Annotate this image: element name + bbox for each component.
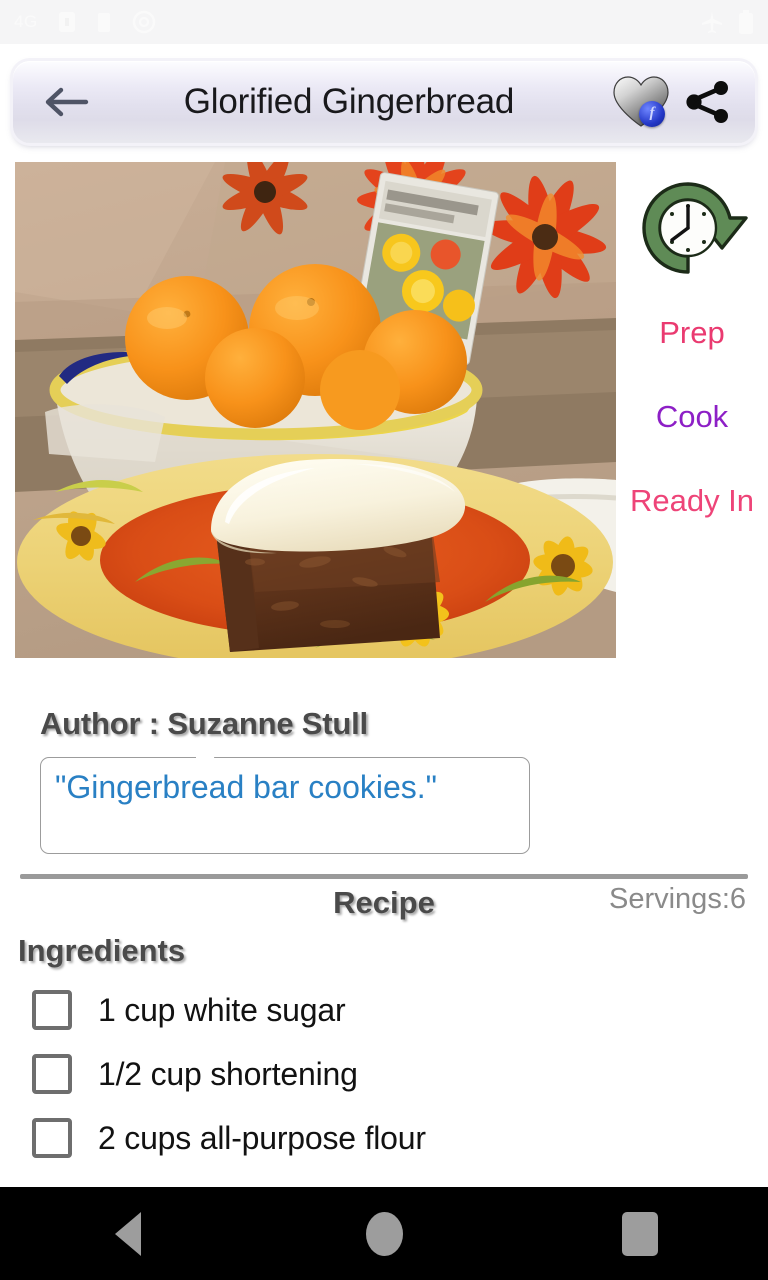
- android-nav-bar: [0, 1187, 768, 1280]
- nav-recents-button[interactable]: [580, 1187, 700, 1280]
- nav-home-icon: [365, 1211, 403, 1256]
- recipe-photo-illustration: [15, 162, 616, 658]
- signal-icon: 4G: [14, 12, 38, 31]
- cook-time-label: Cook: [655, 399, 729, 434]
- share-button[interactable]: [679, 73, 737, 131]
- favorite-button[interactable]: f: [609, 71, 673, 133]
- prep-time-label: Prep: [659, 315, 725, 350]
- share-icon: [686, 80, 728, 123]
- ingredient-row[interactable]: 1 cup white sugar: [0, 978, 768, 1042]
- ingredients-list: 1 cup white sugar 1/2 cup shortening 2 cup…: [0, 978, 768, 1170]
- airplane-mode-icon: [702, 12, 722, 33]
- battery-icon: [739, 9, 753, 34]
- ingredient-label: 1 cup white sugar: [98, 991, 346, 1028]
- at-icon: [132, 10, 155, 34]
- nav-recents-icon: [622, 1211, 658, 1256]
- servings-label: Servings:6: [608, 883, 746, 915]
- author-line: Author : Suzanne Stull: [40, 706, 368, 741]
- sim-icon: [58, 12, 75, 32]
- time-info-column: Prep Cook Ready In: [616, 162, 768, 542]
- ingredient-checkbox[interactable]: [32, 1054, 72, 1094]
- ingredients-heading: Ingredients: [18, 933, 186, 968]
- page-title: Glorified Gingerbread: [183, 81, 515, 121]
- facebook-badge-icon: f: [639, 100, 665, 127]
- ready-in-time-label: Ready In: [629, 483, 755, 518]
- ingredient-label: 2 cups all-purpose flour: [98, 1119, 426, 1156]
- ingredient-label: 1/2 cup shortening: [98, 1055, 358, 1092]
- recipe-photo[interactable]: [15, 162, 616, 658]
- back-button[interactable]: [39, 74, 95, 130]
- app-screen: 4G Glorified Gingerbread f Prep Cook Rea…: [0, 0, 768, 1280]
- status-bar-left: 4G: [14, 10, 156, 34]
- section-divider: [20, 874, 748, 879]
- nav-back-icon: [115, 1211, 141, 1256]
- ingredient-row[interactable]: 2 cups all-purpose flour: [0, 1106, 768, 1170]
- app-bar: Glorified Gingerbread f: [13, 60, 755, 143]
- description-text: "Gingerbread bar cookies.": [55, 769, 438, 805]
- clock-history-icon: [636, 176, 748, 285]
- app-bar-container: Glorified Gingerbread f: [0, 44, 768, 159]
- status-bar: 4G: [0, 0, 768, 44]
- description-bubble: "Gingerbread bar cookies.": [40, 756, 530, 854]
- ingredient-checkbox[interactable]: [32, 1118, 72, 1158]
- nav-back-button[interactable]: [68, 1187, 188, 1280]
- nav-home-button[interactable]: [324, 1187, 444, 1280]
- status-bar-right: [700, 9, 754, 35]
- ingredient-checkbox[interactable]: [32, 990, 72, 1030]
- battery-small-icon: [97, 13, 110, 32]
- ingredient-row[interactable]: 1/2 cup shortening: [0, 1042, 768, 1106]
- back-arrow-icon: [45, 87, 89, 116]
